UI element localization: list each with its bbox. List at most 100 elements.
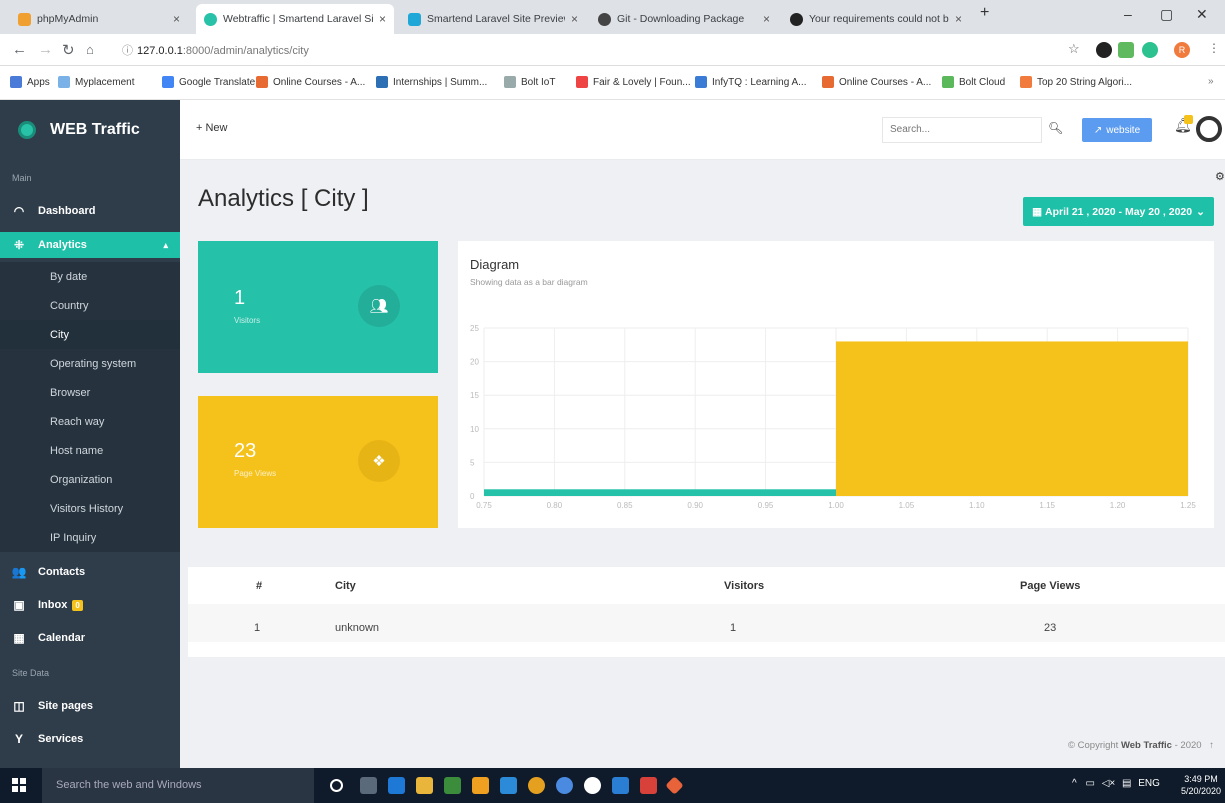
edge-icon[interactable] xyxy=(388,777,405,794)
git-icon[interactable] xyxy=(665,776,684,795)
file-explorer-icon[interactable] xyxy=(416,777,433,794)
sidebar-sub-host-name[interactable]: Host name xyxy=(0,436,180,465)
sidebar-item-dashboard[interactable]: ◠ Dashboard xyxy=(0,198,180,224)
app-icon[interactable] xyxy=(584,777,601,794)
star-icon[interactable]: ☆ xyxy=(1068,41,1080,57)
sidebar-sub-reach-way[interactable]: Reach way xyxy=(0,407,180,436)
date-range-button[interactable]: ▦ April 21 , 2020 - May 20 , 2020 ⌄ xyxy=(1023,197,1214,226)
extension-icon[interactable] xyxy=(1096,42,1112,58)
sidebar-item-services[interactable]: Y Services xyxy=(0,726,180,752)
info-icon: ⓘ xyxy=(122,45,133,57)
profile-avatar[interactable]: R xyxy=(1174,42,1190,58)
sidebar-item-analytics[interactable]: ⁜ Analytics ▴ xyxy=(0,232,180,258)
gear-icon[interactable]: ⚙ xyxy=(1215,170,1225,183)
sidebar-item-inbox[interactable]: ▣ Inbox 0 xyxy=(0,592,180,618)
sidebar-sub-os[interactable]: Operating system xyxy=(0,349,180,378)
x-tick-label: 1.20 xyxy=(1110,501,1126,510)
extension-icon[interactable] xyxy=(1118,42,1134,58)
battery-icon[interactable]: ▭ xyxy=(1085,778,1094,789)
app-icon[interactable] xyxy=(360,777,377,794)
bookmarks-more-icon[interactable]: » xyxy=(1208,76,1214,87)
bookmark-label: Internships | Summ... xyxy=(393,76,488,88)
volume-icon[interactable]: ◁× xyxy=(1102,778,1116,789)
website-button[interactable]: ↗ website xyxy=(1082,118,1152,142)
bookmark-item[interactable]: Myplacement xyxy=(58,76,134,88)
home-icon[interactable]: ⌂ xyxy=(86,42,94,57)
keyboard-icon[interactable]: ▤ xyxy=(1122,778,1131,789)
system-tray: ^ ▭ ◁× ▤ ENG xyxy=(1072,778,1160,789)
close-icon[interactable]: × xyxy=(763,12,770,26)
bookmark-item[interactable]: Bolt IoT xyxy=(504,76,555,88)
close-icon[interactable]: × xyxy=(173,12,180,26)
taskbar: Search the web and Windows ^ ▭ ◁× ▤ ENG … xyxy=(0,768,1225,803)
sidebar-sub-ip-inquiry[interactable]: IP Inquiry xyxy=(0,523,180,552)
reload-icon[interactable]: ↻ xyxy=(62,41,75,59)
inbox-icon: ▣ xyxy=(13,598,25,612)
forward-icon[interactable]: → xyxy=(38,41,53,58)
bookmark-item[interactable]: Online Courses - A... xyxy=(822,76,931,88)
scroll-top-icon[interactable]: ↑ xyxy=(1209,740,1214,751)
x-tick-label: 1.05 xyxy=(899,501,915,510)
tab-site-preview[interactable]: Smartend Laravel Site Preview × xyxy=(400,4,586,34)
language-indicator[interactable]: ENG xyxy=(1138,778,1160,789)
sidebar-item-label: Dashboard xyxy=(38,205,96,217)
sidebar-sub-by-date[interactable]: By date xyxy=(0,262,180,291)
taskbar-search[interactable]: Search the web and Windows xyxy=(42,768,314,803)
sidebar-sub-country[interactable]: Country xyxy=(0,291,180,320)
back-icon[interactable]: ← xyxy=(12,41,27,58)
bookmark-label: Online Courses - A... xyxy=(839,76,932,88)
bookmark-item[interactable]: Internships | Summ... xyxy=(376,76,487,88)
bookmark-item[interactable]: Google Translate xyxy=(162,76,255,88)
maximize-icon[interactable]: ▢ xyxy=(1160,6,1173,23)
bookmark-item[interactable]: Online Courses - A... xyxy=(256,76,365,88)
bookmark-item[interactable]: InfyTQ : Learning A... xyxy=(695,76,807,88)
close-icon[interactable]: × xyxy=(379,12,386,26)
app-icon[interactable] xyxy=(640,777,657,794)
menu-icon[interactable]: ⋮ xyxy=(1208,41,1220,55)
sidebar-sub-organization[interactable]: Organization xyxy=(0,465,180,494)
extension-icon[interactable] xyxy=(1142,42,1158,58)
tab-phpmyadmin[interactable]: phpMyAdmin × xyxy=(10,4,188,34)
chrome-icon[interactable] xyxy=(528,777,545,794)
sidebar-item-contacts[interactable]: 👥 Contacts xyxy=(0,559,180,585)
clock[interactable]: 3:49 PM 5/20/2020 xyxy=(1181,773,1221,797)
search-icon[interactable]: 🔍︎ xyxy=(1048,121,1063,135)
window-close-icon[interactable]: ✕ xyxy=(1196,6,1208,23)
bookmark-item[interactable]: Top 20 String Algori... xyxy=(1020,76,1132,88)
app-icon[interactable] xyxy=(500,777,517,794)
sidebar-sub-browser[interactable]: Browser xyxy=(0,378,180,407)
minimize-icon[interactable]: – xyxy=(1124,6,1132,22)
sidebar-sub-visitors-history[interactable]: Visitors History xyxy=(0,494,180,523)
vscode-icon[interactable] xyxy=(612,777,629,794)
x-tick-label: 1.25 xyxy=(1180,501,1196,510)
windows-start-icon[interactable] xyxy=(12,778,26,792)
bookmark-icon xyxy=(504,76,516,88)
close-icon[interactable]: × xyxy=(571,12,578,26)
bookmark-item[interactable]: Bolt Cloud xyxy=(942,76,1005,88)
bookmark-item[interactable]: Fair & Lovely | Foun... xyxy=(576,76,691,88)
brand[interactable]: WEB Traffic xyxy=(0,100,180,160)
close-icon[interactable]: × xyxy=(955,12,962,26)
bookmark-apps[interactable]: Apps xyxy=(10,76,50,88)
tab-git[interactable]: Git - Downloading Package × xyxy=(590,4,778,34)
avatar[interactable] xyxy=(1196,116,1222,142)
tab-webtraffic[interactable]: Webtraffic | Smartend Laravel Si × xyxy=(196,4,394,34)
task-view-icon[interactable] xyxy=(330,779,343,792)
tab-github[interactable]: Your requirements could not be × xyxy=(782,4,970,34)
search-input[interactable] xyxy=(882,117,1042,143)
new-button[interactable]: + New xyxy=(196,122,228,134)
bookmark-icon xyxy=(695,76,707,88)
chevron-up-icon[interactable]: ^ xyxy=(1072,778,1077,789)
url-path: :8000/admin/analytics/city xyxy=(182,45,309,57)
sidebar-sub-city[interactable]: City xyxy=(0,320,180,349)
sublime-icon[interactable] xyxy=(472,777,489,794)
x-tick-label: 0.80 xyxy=(547,501,563,510)
new-tab-button[interactable]: + xyxy=(980,4,989,22)
y-tick-label: 20 xyxy=(470,358,479,367)
chrome-icon[interactable] xyxy=(556,777,573,794)
bookmark-label: Myplacement xyxy=(75,76,135,88)
sidebar-item-site-pages[interactable]: ◫ Site pages xyxy=(0,693,180,719)
app-icon[interactable] xyxy=(444,777,461,794)
url-field[interactable]: ⓘ 127.0.0.1:8000/admin/analytics/city xyxy=(122,40,1062,62)
sidebar-item-calendar[interactable]: ▦ Calendar xyxy=(0,625,180,651)
